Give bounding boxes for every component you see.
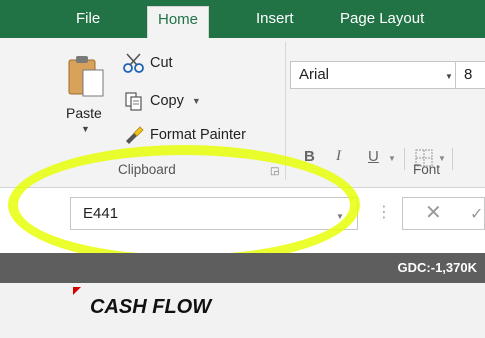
format-painter-button[interactable]: Format Painter: [122, 124, 246, 146]
cut-button[interactable]: Cut: [122, 52, 173, 74]
comment-indicator-icon[interactable]: [73, 287, 81, 295]
tab-page-layout[interactable]: Page Layout: [330, 8, 434, 38]
font-name-combobox[interactable]: Arial: [290, 61, 460, 89]
ribbon-tab-bar: File Home Insert Page Layout: [0, 0, 485, 38]
toolbar-separator: [452, 148, 453, 170]
copy-label: Copy: [150, 93, 184, 109]
bold-button[interactable]: B: [304, 148, 315, 165]
italic-button[interactable]: I: [336, 148, 341, 165]
toolbar-separator: [404, 148, 405, 170]
copy-button[interactable]: Copy ▼: [122, 90, 201, 112]
cut-label: Cut: [150, 55, 173, 71]
copy-dropdown-icon[interactable]: ▼: [192, 96, 201, 106]
gdc-value: GDC:-1,370K: [397, 260, 477, 275]
more-options-icon[interactable]: ⋮: [376, 203, 392, 223]
scissors-icon: [123, 53, 144, 73]
paste-button[interactable]: Paste: [66, 105, 102, 121]
clipboard-launcher-icon[interactable]: ◲: [270, 166, 279, 177]
name-box[interactable]: E441: [70, 197, 358, 230]
cash-flow-title[interactable]: CASH FLOW: [90, 296, 211, 319]
format-painter-icon: [126, 126, 144, 144]
font-group-label: Font: [413, 162, 441, 177]
font-size-combobox[interactable]: 8: [455, 61, 485, 89]
copy-icon: [125, 92, 142, 111]
paste-icon[interactable]: [66, 54, 108, 100]
name-box-dropdown-icon[interactable]: ▼: [336, 212, 344, 221]
ribbon-home: Paste ▼ Cut Copy ▼ Format Painter Clipbo…: [0, 38, 485, 188]
font-name-dropdown-icon[interactable]: ▼: [445, 72, 453, 81]
format-painter-label: Format Painter: [150, 127, 246, 143]
cancel-icon[interactable]: ✕: [425, 200, 442, 225]
tab-home[interactable]: Home: [147, 6, 210, 38]
tab-file[interactable]: File: [66, 8, 110, 38]
underline-button[interactable]: U: [368, 148, 379, 165]
tab-insert[interactable]: Insert: [246, 8, 304, 38]
underline-dropdown-icon[interactable]: ▼: [388, 154, 396, 163]
clipboard-group-label: Clipboard: [118, 162, 176, 177]
paste-dropdown-icon[interactable]: ▼: [81, 124, 90, 134]
enter-icon[interactable]: ✓: [470, 204, 483, 224]
group-divider: [285, 42, 286, 180]
